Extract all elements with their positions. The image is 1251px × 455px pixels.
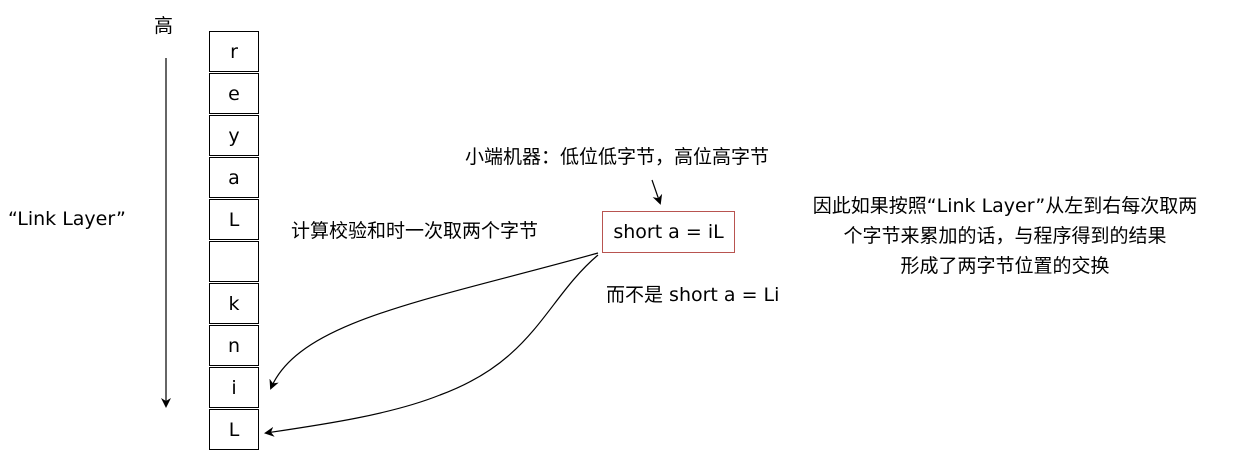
short-a-box: short a = iL <box>602 211 735 253</box>
stack-cell: k <box>209 283 259 324</box>
explanation-line: 形成了两字节位置的交换 <box>900 255 1110 277</box>
checksum-note: 计算校验和时一次取两个字节 <box>291 220 539 242</box>
little-endian-note: 小端机器：低位低字节，高位高字节 <box>465 146 770 168</box>
stack-cell: a <box>209 157 259 198</box>
explanation-line: 个字节来累加的话，与程序得到的结果 <box>843 225 1167 247</box>
stack-cell: L <box>209 409 259 450</box>
stack-cell: r <box>209 31 259 72</box>
link-layer-label: “Link Layer” <box>8 208 126 230</box>
stack-cell: i <box>209 367 259 408</box>
explanation-line: 因此如果按照“Link Layer”从左到右每次取两 <box>812 195 1198 217</box>
stack-cell: n <box>209 325 259 366</box>
curve-to-i-arrow <box>269 252 599 390</box>
stack-cell: y <box>209 115 259 156</box>
curve-to-L-arrow <box>264 254 599 437</box>
explanation-note: 因此如果按照“Link Layer”从左到右每次取两 个字节来累加的话，与程序得… <box>770 191 1240 281</box>
not-li-note: 而不是 short a = Li <box>606 284 780 306</box>
stack-cell: e <box>209 73 259 114</box>
short-a-text: short a = iL <box>613 221 724 243</box>
high-label: 高 <box>154 15 174 37</box>
note-to-box-arrow <box>651 179 663 205</box>
stack-cell: L <box>209 199 259 240</box>
stack-cell <box>209 241 259 282</box>
